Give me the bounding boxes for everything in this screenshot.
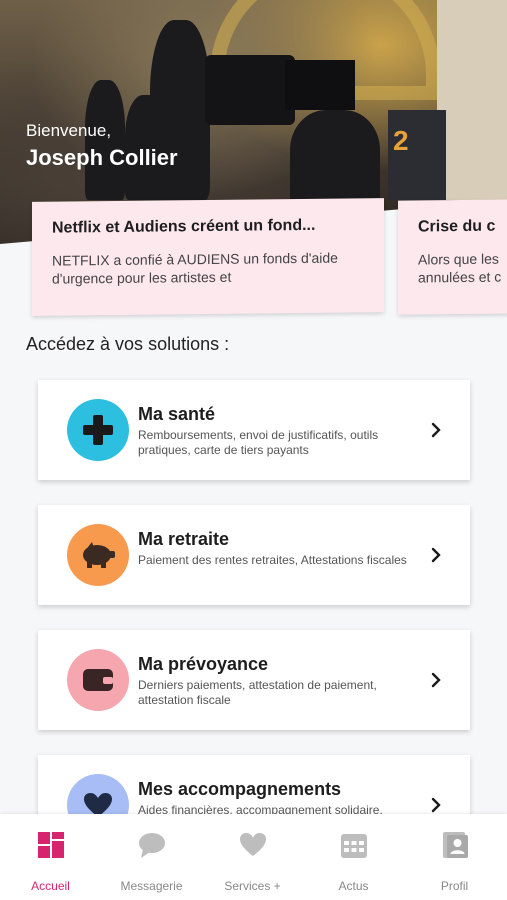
chevron-right-icon (431, 672, 441, 688)
solution-description: Derniers paiements, attestation de paiem… (138, 678, 377, 707)
solution-card-prevoyance[interactable]: Ma prévoyance Derniers paiements, attest… (38, 630, 470, 730)
solution-description: Remboursements, envoi de justificatifs, … (138, 428, 379, 457)
heart-icon (240, 833, 266, 856)
solution-title: Ma santé (138, 404, 216, 424)
tab-label: Accueil (31, 879, 70, 893)
solutions-heading: Accédez à vos solutions : (26, 334, 230, 354)
solution-title: Ma retraite (138, 529, 230, 549)
welcome-label: Bienvenue, (26, 121, 112, 140)
tab-accueil[interactable]: Accueil (0, 814, 101, 900)
news-card[interactable]: Netflix et Audiens créent un fond... NET… (32, 198, 384, 316)
calendar-icon (341, 834, 367, 858)
chat-bubble-icon (139, 833, 165, 858)
chevron-right-icon (431, 422, 441, 438)
tab-label: Messagerie (120, 879, 183, 893)
news-excerpt: Alors que les annulées et c (418, 250, 502, 286)
solution-title: Ma prévoyance (138, 654, 269, 674)
tab-messagerie[interactable]: Messagerie (101, 814, 202, 900)
news-excerpt: NETFLIX a confié à AUDIENS un fonds d'ai… (52, 249, 338, 287)
tab-label: Actus (338, 879, 369, 893)
bottom-tab-bar: Accueil Messagerie Services + Actus Prof… (0, 814, 507, 900)
solution-title: Mes accompagnements (138, 779, 342, 799)
tab-profil[interactable]: Profil (404, 814, 505, 900)
news-title: Netflix et Audiens créent un fond... (52, 216, 316, 237)
profile-card-icon (443, 832, 468, 858)
solution-description: Paiement des rentes retraites, Attestati… (138, 553, 407, 567)
chevron-right-icon (431, 797, 441, 813)
tab-actus[interactable]: Actus (303, 814, 404, 900)
plus-icon (67, 399, 129, 461)
tab-label: Services + (224, 879, 281, 893)
wallet-icon (67, 649, 129, 711)
piggy-bank-icon (67, 524, 129, 586)
solution-card-sante[interactable]: Ma santé Remboursements, envoi de justif… (38, 380, 470, 480)
tab-label: Profil (440, 879, 469, 893)
chevron-right-icon (431, 547, 441, 563)
news-card[interactable]: Crise du c Alors que les annulées et c (398, 199, 507, 315)
grid-icon (38, 832, 64, 858)
user-name: Joseph Collier (26, 145, 178, 170)
news-title: Crise du c (418, 217, 496, 236)
tab-services[interactable]: Services + (202, 814, 303, 900)
solution-card-retraite[interactable]: Ma retraite Paiement des rentes retraite… (38, 505, 470, 605)
